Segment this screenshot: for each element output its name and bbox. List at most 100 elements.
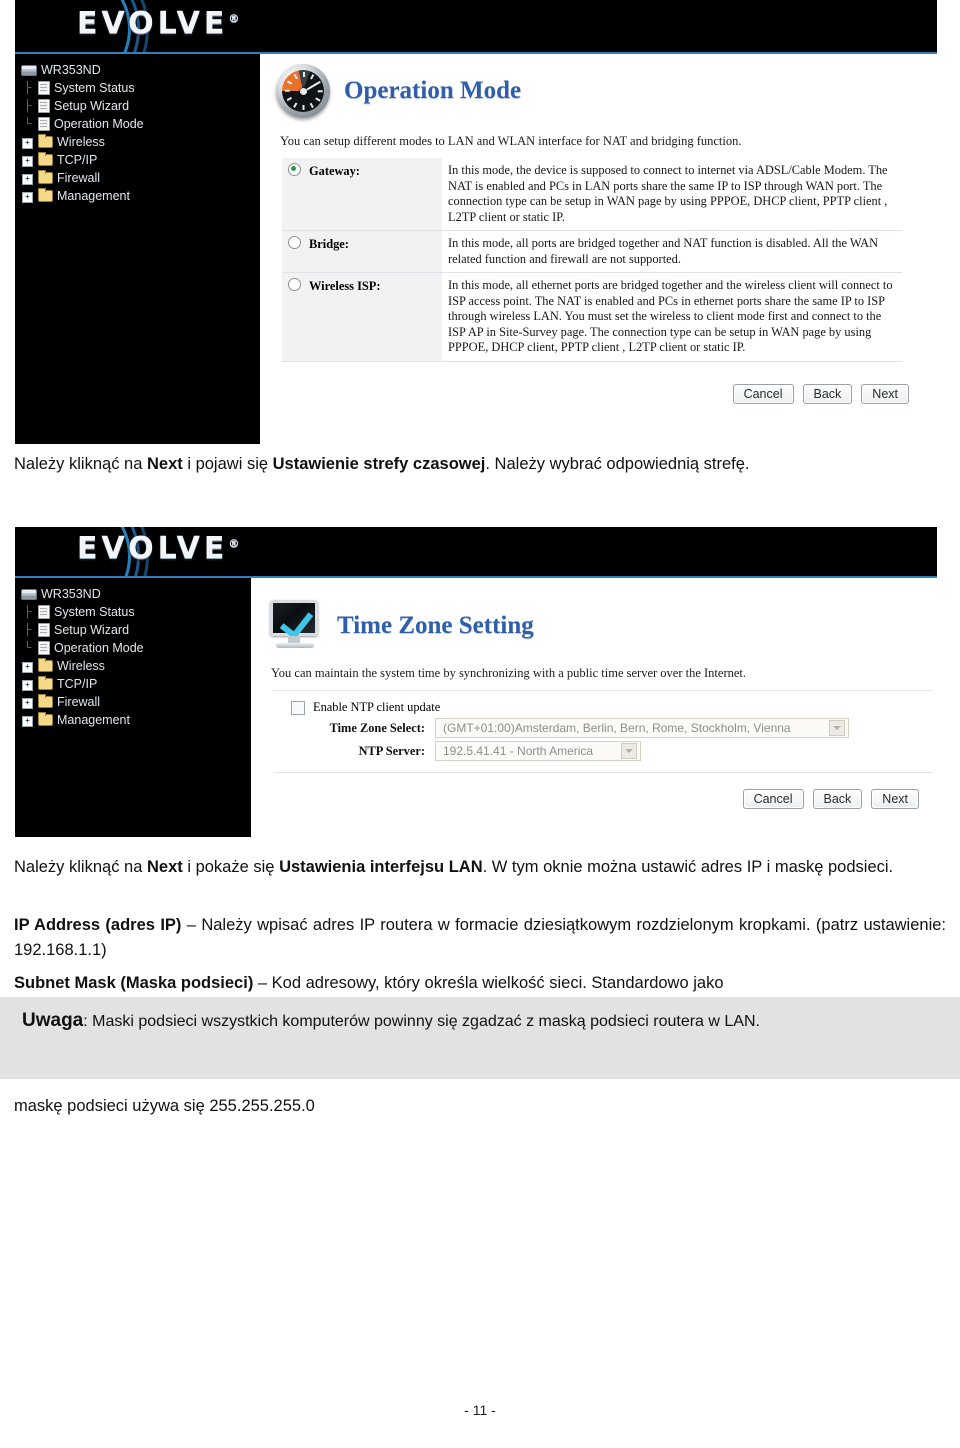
text-run: . Należy wybrać odpowiednią strefę. (485, 455, 750, 473)
timezone-select[interactable]: (GMT+01:00)Amsterdam, Berlin, Bern, Rome… (435, 718, 849, 738)
mode-description: In this mode, the device is supposed to … (448, 163, 888, 224)
sidebar-item-label: Management (57, 713, 130, 727)
expander-icon[interactable]: + (21, 169, 34, 187)
note-body: Maski podsieci wszystkich komputerów pow… (92, 1013, 760, 1030)
cancel-button[interactable]: Cancel (732, 383, 794, 404)
note-separator: : (83, 1013, 93, 1030)
form-button-row: Cancel Back Next (276, 383, 909, 404)
sidebar-item-wireless[interactable]: + Wireless (21, 657, 247, 675)
evolve-logo-text: EVOLVE (77, 6, 229, 41)
sidebar-item-management[interactable]: + Management (21, 187, 256, 205)
clock-icon (276, 64, 330, 118)
form-button-row: Cancel Back Next (267, 789, 919, 809)
sidebar-item-system-status[interactable]: ├ System Status (21, 79, 256, 97)
expander-icon[interactable]: + (21, 693, 34, 711)
sidebar-item-firewall[interactable]: + Firewall (21, 169, 256, 187)
registered-mark: ® (228, 537, 240, 550)
note-label: Uwaga (22, 1010, 84, 1031)
text-run-bold: Ustawienia interfejsu LAN (279, 858, 483, 876)
page-header: Time Zone Setting (267, 600, 933, 652)
ntp-server-label: NTP Server: (358, 743, 425, 758)
enable-ntp-checkbox[interactable] (291, 700, 305, 715)
text-run: . W tym oknie można ustawić adres IP i m… (482, 858, 894, 876)
tree-connector: └ (23, 118, 32, 130)
chevron-down-icon[interactable] (829, 720, 845, 736)
back-button[interactable]: Back (812, 789, 863, 809)
next-button[interactable]: Next (861, 383, 909, 404)
evolve-logo: EVOLVE® (77, 6, 239, 41)
sidebar-item-label: Operation Mode (54, 641, 144, 655)
paragraph-subnet-mask: Subnet Mask (Maska podsieci) – Kod adres… (14, 971, 946, 996)
sidebar-item-setup-wizard[interactable]: ├ Setup Wizard (21, 621, 247, 639)
mode-label: Bridge: (309, 237, 349, 251)
sidebar-item-operation-mode[interactable]: └ Operation Mode (21, 639, 247, 657)
expander-icon[interactable]: + (21, 151, 34, 169)
page-icon (38, 81, 50, 95)
note-callout: Uwaga: Maski podsieci wszystkich kompute… (22, 1004, 934, 1038)
chevron-down-icon[interactable] (621, 743, 637, 759)
mode-label: Wireless ISP: (309, 279, 381, 293)
text-run-bold: IP Address (adres IP) (14, 916, 182, 934)
mode-row-bridge[interactable]: Bridge: In this mode, all ports are brid… (282, 230, 902, 273)
screenshot-time-zone-setting: EVOLVE® WR353ND ├ System Status ├ Setup … (15, 527, 947, 837)
expander-icon[interactable]: + (21, 187, 34, 205)
text-run: Należy kliknąć na (14, 858, 147, 876)
evolve-logo-text: EVOLVE (77, 531, 229, 566)
back-button[interactable]: Back (802, 383, 853, 404)
timezone-select-value: (GMT+01:00)Amsterdam, Berlin, Bern, Rome… (443, 721, 791, 735)
sidebar-item-label: Setup Wizard (54, 99, 130, 113)
sidebar-item-label: Operation Mode (54, 117, 144, 131)
check-mark-icon (279, 604, 314, 640)
clock-hand (302, 82, 319, 93)
monitor-stand (288, 636, 300, 643)
sidebar-item-tcpip[interactable]: + TCP/IP (21, 675, 247, 693)
monitor-base (276, 643, 314, 648)
text-run: i pokaże się (182, 858, 280, 876)
mode-row-gateway[interactable]: Gateway: In this mode, the device is sup… (282, 158, 902, 231)
sidebar-item-label: System Status (54, 81, 135, 95)
sidebar-item-firewall[interactable]: + Firewall (21, 693, 247, 711)
folder-icon (38, 694, 53, 708)
expander-icon[interactable]: + (21, 711, 34, 729)
clock-face (282, 70, 324, 112)
sidebar-root-item[interactable]: WR353ND (21, 62, 256, 79)
sidebar-item-system-status[interactable]: ├ System Status (21, 603, 247, 621)
mode-label: Gateway: (309, 164, 360, 178)
expander-icon[interactable]: + (21, 675, 34, 693)
sidebar-item-tcpip[interactable]: + TCP/IP (21, 151, 256, 169)
next-button[interactable]: Next (871, 789, 919, 809)
sidebar-item-operation-mode[interactable]: └ Operation Mode (21, 115, 256, 133)
radio-bridge[interactable] (288, 236, 301, 249)
tree-connector: ├ (23, 100, 32, 112)
ntp-enable-row[interactable]: Enable NTP client update (273, 700, 933, 715)
expander-icon[interactable]: + (21, 657, 34, 675)
brand-banner: EVOLVE® (15, 527, 937, 578)
folder-icon (38, 676, 53, 690)
router-ui-body: WR353ND ├ System Status ├ Setup Wizard └… (15, 578, 947, 837)
timezone-label: Time Zone Select: (329, 720, 425, 735)
content-pane: Time Zone Setting You can maintain the s… (251, 578, 947, 837)
text-run: Należy kliknąć na (14, 455, 147, 473)
paragraph-subnet-mask-continued: maskę podsieci używa się 255.255.255.0 (14, 1094, 946, 1119)
folder-icon (38, 188, 53, 202)
tree-connector: ├ (23, 606, 32, 618)
radio-wireless-isp[interactable] (288, 278, 301, 291)
expander-icon[interactable]: + (21, 133, 34, 151)
folder-icon (38, 152, 53, 166)
radio-gateway[interactable] (288, 163, 301, 176)
router-icon (21, 589, 37, 600)
sidebar-root-label: WR353ND (41, 587, 101, 601)
evolve-logo: EVOLVE® (77, 531, 239, 566)
page-intro-text: You can maintain the system time by sync… (271, 666, 747, 680)
sidebar-root-item[interactable]: WR353ND (21, 586, 247, 603)
cancel-button[interactable]: Cancel (742, 789, 804, 809)
ntp-server-select[interactable]: 192.5.41.41 - North America (435, 741, 641, 761)
sidebar-item-label: Firewall (57, 695, 101, 709)
sidebar-item-label: Wireless (57, 659, 105, 673)
sidebar-item-management[interactable]: + Management (21, 711, 247, 729)
mode-row-wireless-isp[interactable]: Wireless ISP: In this mode, all ethernet… (282, 272, 902, 361)
sidebar-item-setup-wizard[interactable]: ├ Setup Wizard (21, 97, 256, 115)
sidebar-item-label: System Status (54, 605, 135, 619)
page-title: Operation Mode (344, 77, 522, 104)
sidebar-item-wireless[interactable]: + Wireless (21, 133, 256, 151)
